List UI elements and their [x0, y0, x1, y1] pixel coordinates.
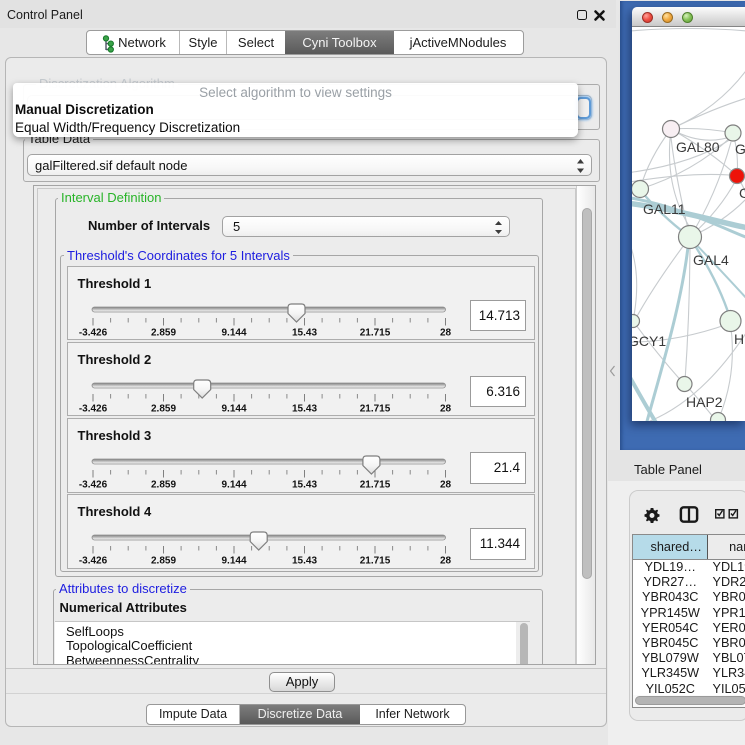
svg-text:GAL80: GAL80 — [676, 139, 720, 155]
svg-text:2.859: 2.859 — [150, 556, 175, 567]
svg-text:HAP2: HAP2 — [686, 394, 723, 410]
svg-text:GA: GA — [735, 141, 745, 157]
svg-text:2.859: 2.859 — [150, 480, 175, 491]
svg-text:H: H — [734, 331, 744, 347]
svg-text:15.43: 15.43 — [291, 480, 316, 491]
svg-text:15.43: 15.43 — [291, 556, 316, 567]
svg-text:9.144: 9.144 — [221, 480, 246, 491]
svg-text:21.715: 21.715 — [359, 327, 390, 338]
svg-text:28: 28 — [439, 327, 451, 338]
svg-text:-3.426: -3.426 — [78, 556, 107, 567]
svg-text:28: 28 — [439, 403, 451, 414]
svg-text:28: 28 — [439, 556, 451, 567]
svg-text:2.859: 2.859 — [150, 403, 175, 414]
svg-text:21.715: 21.715 — [359, 556, 390, 567]
svg-text:GAL11: GAL11 — [643, 201, 686, 217]
svg-text:2.859: 2.859 — [150, 327, 175, 338]
svg-text:21.715: 21.715 — [359, 403, 390, 414]
svg-text:9.144: 9.144 — [221, 556, 246, 567]
svg-text:15.43: 15.43 — [291, 403, 316, 414]
svg-text:-3.426: -3.426 — [78, 480, 107, 491]
svg-text:9.144: 9.144 — [221, 327, 246, 338]
svg-text:-3.426: -3.426 — [78, 327, 107, 338]
svg-text:CY: CY — [739, 185, 745, 201]
svg-text:15.43: 15.43 — [291, 327, 316, 338]
svg-text:GCY1: GCY1 — [632, 333, 666, 349]
svg-text:21.715: 21.715 — [359, 480, 390, 491]
svg-text:-3.426: -3.426 — [78, 403, 107, 414]
svg-text:28: 28 — [439, 480, 451, 491]
svg-text:9.144: 9.144 — [221, 403, 246, 414]
svg-text:GAL4: GAL4 — [693, 252, 729, 268]
